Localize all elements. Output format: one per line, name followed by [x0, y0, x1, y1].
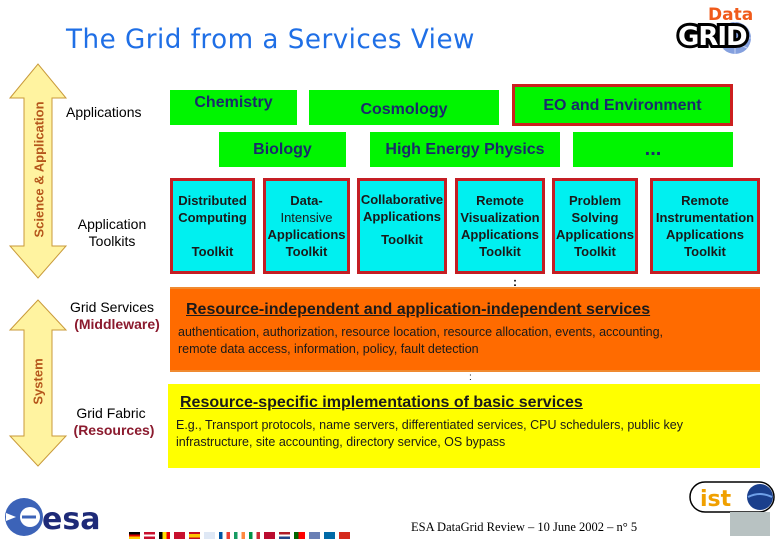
grid-fabric-row-label: Grid Fabric (Resources) [64, 405, 164, 439]
fabric-text-line2: infrastructure, site accounting, directo… [176, 435, 506, 449]
fabric-band: Resource-specific implementations of bas… [168, 384, 760, 468]
grid-fabric-label: Grid Fabric [76, 405, 146, 421]
toolkit-line: Solving [571, 210, 619, 225]
app-box-more: ... [573, 132, 733, 167]
toolkit-remote-instrumentation: Remote Instrumentation Applications Tool… [650, 178, 760, 274]
flag-icon [339, 532, 350, 540]
flag-icon [264, 532, 275, 540]
toolkit-line: Distributed [178, 193, 247, 208]
toolkit-line: Applications [362, 208, 441, 224]
flag-icon [249, 532, 260, 540]
toolkits-row-label-line2: Toolkits [88, 233, 136, 249]
toolkit-distributed-computing: Distributed Computing Toolkit [170, 178, 255, 274]
separator-dots: : [469, 372, 472, 383]
flag-icon [129, 532, 140, 540]
flag-icon [324, 532, 335, 540]
app-box-biology: Biology [219, 132, 346, 167]
fabric-text-line1: E.g., Transport protocols, name servers,… [176, 418, 683, 432]
toolkit-problem-solving: Problem Solving Applications Toolkit [552, 178, 638, 274]
toolkit-line: Toolkit [191, 244, 234, 259]
ist-logo: ist [688, 480, 778, 538]
grid-services-row-label: Grid Services (Middleware) [60, 299, 164, 333]
slide-title: The Grid from a Services View [66, 24, 475, 55]
toolkit-line: Instrumentation [655, 210, 755, 225]
fabric-title: Resource-specific implementations of bas… [180, 394, 583, 411]
divider-line [170, 370, 760, 372]
flag-icon [204, 532, 215, 540]
esa-logo-text: esa [42, 502, 100, 537]
flag-icon [174, 532, 185, 540]
middleware-text-line2: remote data access, information, policy,… [178, 342, 479, 356]
toolkit-line: Problem [568, 193, 621, 208]
toolkit-line: Toolkit [285, 244, 328, 259]
app-box-chemistry: Chemistry [170, 90, 297, 125]
flag-icon [144, 532, 155, 540]
toolkit-line: Applications [460, 227, 539, 242]
grid-services-label: Grid Services [69, 299, 155, 315]
ist-logo-text: ist [700, 487, 732, 512]
toolkit-data-intensive: Data- Intensive Applications Toolkit [263, 178, 350, 274]
flag-icon [309, 532, 320, 540]
toolkit-line: Remote [476, 193, 524, 208]
eu-flags-strip [129, 527, 354, 545]
toolkit-line: Toolkit [381, 231, 423, 247]
flag-icon [279, 532, 290, 540]
toolkits-row-label: Application Toolkits [64, 216, 160, 250]
toolkit-line: Applications [665, 227, 744, 242]
toolkit-line: Data- [290, 193, 323, 208]
footer-text: ESA DataGrid Review – 10 June 2002 – n° … [411, 520, 638, 534]
toolkit-line: Collaborative [360, 191, 444, 207]
datagrid-logo: Data GRID [668, 2, 778, 56]
toolkit-line: Toolkit [684, 244, 726, 259]
toolkits-row-label-line1: Application [77, 216, 147, 232]
system-label: System [30, 358, 46, 405]
resources-label: (Resources) [73, 422, 155, 438]
flag-icon [159, 532, 170, 540]
flag-icon [219, 532, 230, 540]
toolkit-line: Remote [681, 193, 729, 208]
toolkit-line: Visualization [460, 210, 540, 225]
esa-logo: esa [0, 495, 130, 540]
flag-icon [234, 532, 245, 540]
toolkit-line: Applications [555, 227, 634, 242]
toolkit-line: Intensive [280, 210, 333, 225]
toolkit-line: Toolkit [574, 244, 616, 259]
toolkit-line: Toolkit [479, 244, 521, 259]
datagrid-logo-bottom: GRID [678, 22, 747, 52]
flag-icon [189, 532, 200, 540]
middleware-text-line1: authentication, authorization, resource … [178, 325, 664, 339]
app-box-eo-environment: EO and Environment [512, 84, 733, 126]
flag-icon [294, 532, 305, 540]
middleware-band: Resource-independent and application-ind… [170, 289, 760, 370]
science-application-label: Science & Application [31, 101, 47, 238]
science-application-arrow: Science & Application [8, 62, 72, 280]
toolkit-line: Computing [178, 210, 247, 225]
toolkit-collaborative: Collaborative Applications Toolkit [357, 178, 447, 274]
middleware-label: (Middleware) [74, 316, 160, 332]
applications-row-label: Applications [66, 104, 142, 120]
middleware-title: Resource-independent and application-ind… [186, 301, 651, 318]
app-box-cosmology: Cosmology [309, 90, 499, 125]
app-box-high-energy-physics: High Energy Physics [370, 132, 560, 167]
toolkit-line: Applications [267, 227, 346, 242]
toolkit-remote-visualization: Remote Visualization Applications Toolki… [455, 178, 545, 274]
